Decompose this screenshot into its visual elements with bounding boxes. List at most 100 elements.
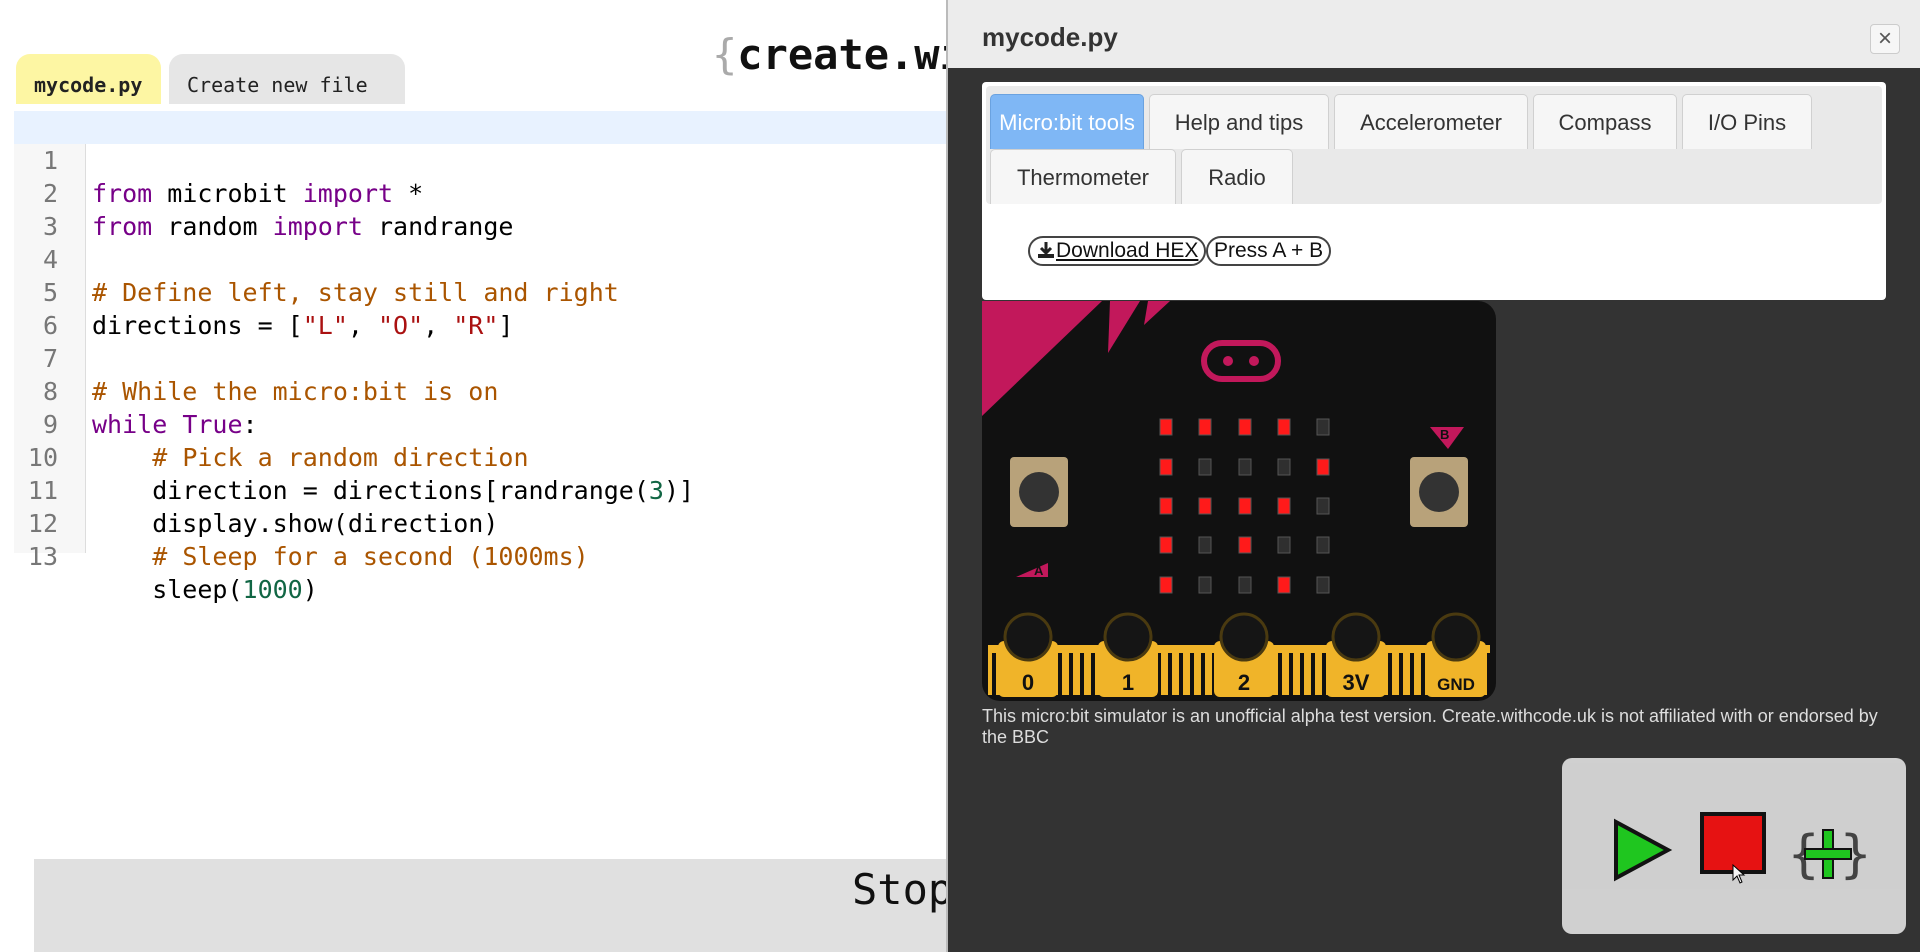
code-line[interactable]: 7 # While the micro:bit is on (14, 309, 949, 406)
code-token: 1000 (242, 575, 303, 604)
pin-hole[interactable] (1003, 612, 1053, 662)
led-on (1238, 418, 1252, 436)
connector-stripe (1421, 653, 1425, 695)
connector-stripe (1388, 653, 1392, 695)
led-on (1316, 458, 1330, 476)
tab-radio[interactable]: Radio (1181, 149, 1293, 204)
tab-mycode[interactable]: mycode.py (16, 54, 161, 104)
connector-stripe (1179, 653, 1183, 695)
connector-stripe (1080, 653, 1084, 695)
tab-compass[interactable]: Compass (1533, 94, 1677, 149)
brand-text: create.wi (737, 30, 965, 79)
button-a-label: A (1034, 563, 1044, 578)
code-line[interactable]: 3 (14, 177, 949, 241)
code-line[interactable]: 9 # Pick a random direction (14, 375, 949, 472)
pin-label: 3V (1343, 670, 1370, 695)
mouse-cursor-icon (1732, 864, 1746, 884)
led-on (1159, 497, 1173, 515)
led-off (1316, 497, 1330, 515)
code-line[interactable]: 13 sleep(1000) (14, 507, 949, 604)
led-on (1159, 536, 1173, 554)
code-token: # Sleep for a second (1000ms) (152, 542, 589, 571)
download-hex-button[interactable]: Download HEX (1028, 236, 1207, 266)
tab-microbit-tools[interactable]: Micro:bit tools (990, 94, 1144, 149)
connector-stripe (1311, 653, 1315, 695)
code-line[interactable]: 1 from microbit import * (14, 111, 949, 208)
code-line[interactable]: 10 direction = directions[randrange(3)] (14, 408, 949, 505)
connector-stripe (1058, 653, 1062, 695)
button-b[interactable] (1410, 457, 1468, 527)
tab-create-new-file[interactable]: Create new file (169, 54, 405, 104)
button-b-label: B (1440, 427, 1449, 442)
code-line[interactable]: 6 (14, 276, 949, 340)
code-token: ) (302, 575, 318, 604)
tab-io-pins[interactable]: I/O Pins (1682, 94, 1812, 149)
connector-stripe (1289, 653, 1293, 695)
code-token: sleep( (92, 575, 243, 604)
tools-tab-strip: Micro:bit tools Help and tips Accelerome… (986, 86, 1882, 204)
run-play-icon[interactable] (1610, 818, 1674, 882)
led-off (1198, 536, 1212, 554)
code-line[interactable]: 11 display.show(direction) (14, 441, 949, 538)
connector-stripe (1322, 653, 1326, 695)
led-on (1198, 418, 1212, 436)
connector-stripe (1399, 653, 1403, 695)
logo-eye (1223, 356, 1233, 366)
connector-stripe (1069, 653, 1073, 695)
dialog-title: mycode.py (982, 22, 1118, 52)
dialog-header[interactable]: mycode.py × (948, 0, 1920, 68)
connector-stripe (1410, 653, 1414, 695)
led-on (1198, 497, 1212, 515)
led-on (1159, 418, 1173, 436)
connector-stripe (1190, 653, 1194, 695)
site-brand: {create.wi (712, 30, 965, 79)
led-on (1159, 458, 1173, 476)
code-line[interactable]: 8 while True: (14, 342, 949, 439)
code-editor[interactable]: 1 from microbit import * 2 from random i… (14, 111, 949, 604)
brand-brace: { (712, 30, 738, 79)
code-line[interactable]: 2 from random import randrange (14, 144, 949, 241)
code-line[interactable]: 4 # Define left, stay still and right (14, 210, 949, 307)
file-tabs: mycode.py Create new file (16, 54, 405, 104)
led-on (1159, 576, 1173, 594)
led-off (1238, 458, 1252, 476)
connector-stripe (992, 653, 996, 695)
led-on (1238, 536, 1252, 554)
pin-label: 2 (1238, 670, 1250, 695)
led-off (1316, 418, 1330, 436)
microbit-tools-panel: Micro:bit tools Help and tips Accelerome… (982, 82, 1886, 300)
led-on (1277, 497, 1291, 515)
tab-thermometer[interactable]: Thermometer (990, 149, 1176, 204)
microbit-board: A B 0 1 2 3V GND (982, 301, 1496, 701)
connector-stripe (1168, 653, 1172, 695)
led-off (1277, 536, 1291, 554)
simulator-dialog: mycode.py × Micro:bit tools Help and tip… (946, 0, 1920, 952)
simulator-disclaimer: This micro:bit simulator is an unofficia… (982, 706, 1878, 747)
pin-hole[interactable] (1331, 612, 1381, 662)
led-off (1277, 458, 1291, 476)
download-hex-label: Download HEX (1056, 239, 1199, 262)
press-a-b-button[interactable]: Press A + B (1206, 236, 1332, 266)
button-a[interactable] (1010, 457, 1068, 527)
pin-label: GND (1437, 675, 1475, 694)
close-button[interactable]: × (1870, 24, 1900, 54)
pin-hole[interactable] (1219, 612, 1269, 662)
tab-help-and-tips[interactable]: Help and tips (1149, 94, 1329, 149)
tab-accelerometer[interactable]: Accelerometer (1334, 94, 1528, 149)
pin-label: 1 (1122, 670, 1134, 695)
logo-eye (1249, 356, 1259, 366)
new-code-icon[interactable]: { } (1788, 824, 1870, 884)
pin-hole[interactable] (1431, 612, 1481, 662)
pin-hole[interactable] (1103, 612, 1153, 662)
line-number: 13 (27, 542, 58, 571)
code-line[interactable]: 5 directions = ["L", "O", "R"] (14, 243, 949, 340)
connector-stripe (1300, 653, 1304, 695)
led-on (1238, 497, 1252, 515)
led-off (1238, 576, 1252, 594)
led-on (1277, 418, 1291, 436)
code-line[interactable]: 12 # Sleep for a second (1000ms) (14, 474, 949, 571)
run-controls: { } (1562, 758, 1906, 934)
connector-stripe (1091, 653, 1095, 695)
download-icon (1038, 242, 1054, 258)
